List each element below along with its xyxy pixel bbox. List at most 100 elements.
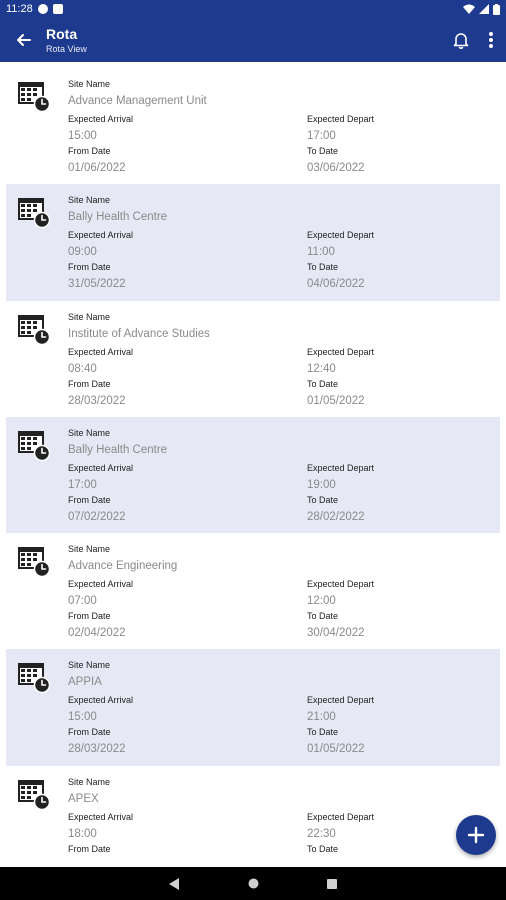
status-bar: 11:28 — [0, 0, 506, 18]
nav-back-icon[interactable] — [169, 877, 180, 890]
expected-arrival-value: 15:00 — [68, 711, 97, 724]
rota-card[interactable]: Site Name APEX Expected Arrival 18:00 Ex… — [6, 766, 500, 867]
to-date-label: To Date — [307, 494, 339, 505]
expected-depart-label: Expected Depart — [307, 695, 375, 706]
expected-depart-label: Expected Depart — [307, 230, 375, 241]
parking-icon — [37, 4, 48, 14]
expected-arrival-label: Expected Arrival — [68, 811, 134, 822]
more-vertical-icon — [489, 32, 493, 48]
bell-icon — [453, 33, 469, 49]
nav-recents-icon[interactable] — [327, 878, 337, 889]
expected-depart-label: Expected Depart — [307, 811, 375, 822]
app-bar: Rota Rota View — [0, 18, 506, 62]
from-date-label: From Date — [68, 727, 111, 738]
rota-calendar-clock-icon — [18, 430, 50, 461]
to-date-label: To Date — [307, 378, 339, 389]
expected-depart-label: Expected Depart — [307, 462, 375, 473]
expected-depart-value: 22:30 — [307, 827, 336, 840]
expected-arrival-value: 08:40 — [68, 362, 97, 375]
add-icon — [467, 826, 485, 844]
expected-depart-label: Expected Depart — [307, 346, 375, 357]
expected-arrival-label: Expected Arrival — [68, 462, 134, 473]
from-date-value: 28/03/2022 — [68, 394, 126, 407]
rota-calendar-clock-icon — [18, 82, 50, 112]
from-date-label: From Date — [68, 843, 111, 854]
to-date-label: To Date — [307, 262, 339, 273]
rota-calendar-clock-icon — [18, 314, 50, 345]
expected-depart-value: 12:40 — [307, 362, 336, 375]
signal-icon — [479, 4, 489, 14]
expected-arrival-label: Expected Arrival — [68, 230, 134, 241]
to-date-value: 03/06/2022 — [307, 162, 365, 174]
rota-calendar-clock-icon — [18, 547, 50, 578]
site-name-label: Site Name — [68, 427, 111, 438]
expected-depart-value: 17:00 — [307, 130, 336, 142]
expected-arrival-label: Expected Arrival — [68, 695, 134, 706]
to-date-value: 30/04/2022 — [307, 627, 365, 640]
site-name-label: Site Name — [68, 311, 111, 322]
site-name-value: APPIA — [68, 676, 102, 689]
expected-arrival-label: Expected Arrival — [68, 346, 134, 357]
to-date-value: 01/05/2022 — [307, 394, 365, 407]
expected-depart-label: Expected Depart — [307, 579, 375, 590]
from-date-label: From Date — [68, 378, 111, 389]
expected-arrival-label: Expected Arrival — [68, 114, 134, 124]
expected-depart-value: 19:00 — [307, 478, 336, 491]
expected-depart-value: 11:00 — [307, 246, 335, 259]
expected-depart-value: 12:00 — [307, 595, 336, 608]
from-date-value: 07/02/2022 — [68, 510, 126, 523]
from-date-label: From Date — [68, 262, 111, 273]
from-date-value: 02/04/2022 — [68, 627, 126, 640]
site-name-label: Site Name — [68, 195, 111, 206]
to-date-value: 04/06/2022 — [307, 278, 365, 291]
page-subtitle: Rota View — [46, 43, 87, 54]
rota-calendar-clock-icon — [18, 198, 50, 229]
back-arrow-icon — [17, 34, 31, 46]
rota-card[interactable]: Site Name APPIA Expected Arrival 15:00 E… — [6, 649, 500, 766]
rota-calendar-clock-icon — [18, 663, 50, 694]
site-name-value: APEX — [68, 792, 99, 805]
rota-list[interactable]: Site Name Advance Management Unit Expect… — [6, 68, 500, 867]
nav-home-icon[interactable] — [248, 878, 259, 889]
wifi-icon — [463, 4, 475, 14]
site-name-value: Institute of Advance Studies — [68, 327, 210, 340]
expected-arrival-value: 17:00 — [68, 478, 97, 491]
expected-arrival-value: 15:00 — [68, 130, 97, 142]
to-date-value: 01/05/2022 — [307, 743, 365, 756]
sim-card-icon — [52, 4, 63, 14]
to-date-label: To Date — [307, 611, 339, 622]
rota-card[interactable]: Site Name Institute of Advance Studies E… — [6, 301, 500, 417]
rota-card[interactable]: Site Name Bally Health Centre Expected A… — [6, 184, 500, 301]
back-button[interactable] — [0, 18, 46, 62]
rota-card[interactable]: Site Name Advance Management Unit Expect… — [6, 68, 500, 184]
from-date-label: From Date — [68, 494, 111, 505]
battery-icon — [493, 3, 500, 15]
site-name-label: Site Name — [68, 544, 111, 555]
from-date-label: From Date — [68, 146, 111, 156]
site-name-label: Site Name — [68, 660, 111, 671]
site-name-label: Site Name — [68, 79, 111, 89]
rota-calendar-clock-icon — [18, 779, 50, 810]
overflow-menu-button[interactable] — [476, 18, 506, 62]
add-rota-button[interactable] — [456, 815, 496, 855]
rota-card[interactable]: Site Name Bally Health Centre Expected A… — [6, 416, 500, 534]
from-date-value: 31/05/2022 — [68, 278, 126, 291]
page-title: Rota — [46, 25, 78, 42]
expected-arrival-value: 18:00 — [68, 827, 97, 840]
from-date-label: From Date — [68, 611, 111, 622]
expected-depart-value: 21:00 — [307, 711, 336, 724]
to-date-label: To Date — [307, 146, 339, 156]
to-date-value: 28/02/2022 — [307, 510, 365, 523]
app-screen: 11:28 Rota Rota View Site Name Advance M… — [0, 0, 506, 900]
from-date-value: 01/06/2022 — [68, 162, 126, 174]
site-name-value: Bally Health Centre — [68, 443, 168, 456]
rota-card[interactable]: Site Name Advance Engineering Expected A… — [6, 533, 500, 649]
to-date-label: To Date — [307, 727, 339, 738]
expected-arrival-label: Expected Arrival — [68, 579, 134, 590]
expected-arrival-value: 07:00 — [68, 595, 97, 608]
status-time: 11:28 — [6, 3, 33, 15]
notifications-button[interactable] — [446, 18, 476, 62]
expected-depart-label: Expected Depart — [307, 114, 375, 124]
system-nav-bar — [0, 867, 506, 900]
site-name-label: Site Name — [68, 776, 111, 787]
